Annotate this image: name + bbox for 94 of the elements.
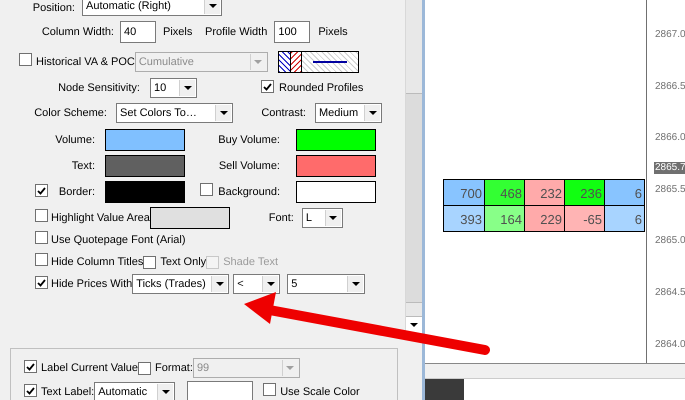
profile-width-field[interactable]: 100 xyxy=(274,21,310,43)
field-label: Hide Prices With xyxy=(51,278,132,290)
checkbox[interactable] xyxy=(35,184,48,198)
field-label: Format: xyxy=(155,362,193,374)
field-label: Use Scale Color xyxy=(280,386,360,398)
color-swatch[interactable] xyxy=(105,155,185,177)
table-cell: 468 xyxy=(484,180,524,205)
caret-icon xyxy=(220,111,228,115)
caret-icon xyxy=(286,366,294,370)
node-sensitivity-select[interactable]: 10 xyxy=(150,78,197,98)
checkbox[interactable] xyxy=(35,276,48,290)
color-scheme-select[interactable]: Set Colors To… xyxy=(116,103,233,123)
table-cell: 164 xyxy=(484,206,524,231)
text-label-select[interactable]: Automatic xyxy=(94,382,176,400)
price-label: 2865.0 xyxy=(655,236,685,246)
field-label: Node Sensitivity: xyxy=(57,80,140,96)
field-label: Pixels xyxy=(318,26,348,38)
column-width-field[interactable]: 40 xyxy=(120,21,156,43)
check-icon xyxy=(263,82,272,91)
field-label: Buy Volume: xyxy=(217,132,280,148)
price-label: 2867.0 xyxy=(655,30,685,40)
field-label: Font: xyxy=(268,210,294,226)
color-swatch[interactable] xyxy=(105,181,185,203)
field-label: Text Only xyxy=(160,256,206,268)
font-select[interactable]: L xyxy=(302,208,343,228)
table-cell: 6 xyxy=(604,206,644,231)
comparison-select[interactable]: < xyxy=(233,274,280,294)
color-swatch[interactable] xyxy=(105,129,185,151)
scrollbar[interactable] xyxy=(405,0,422,333)
checkbox[interactable] xyxy=(35,252,48,266)
field-label: Highlight Value Area xyxy=(51,212,150,224)
price-label: 2864.0 xyxy=(655,340,685,350)
current-price-label: 2865.7 xyxy=(654,162,685,174)
check-icon xyxy=(37,278,46,287)
table-cell: 236 xyxy=(564,180,604,205)
field-label: Border: xyxy=(58,184,95,200)
caret-icon xyxy=(368,111,376,115)
field-label: Pixels xyxy=(163,26,192,38)
hide-prices-select[interactable]: Ticks (Trades) xyxy=(132,274,230,294)
field-label: Background: xyxy=(217,184,280,200)
checkbox[interactable] xyxy=(24,360,37,374)
color-swatch[interactable] xyxy=(296,181,376,203)
field-label: Use Quotepage Font (Arial) xyxy=(51,234,186,246)
field-label: Shade Text xyxy=(223,256,278,268)
field-label: Position: xyxy=(32,0,75,16)
caret-icon xyxy=(254,60,262,64)
table-cell: 232 xyxy=(524,180,564,205)
line-icon xyxy=(312,61,347,63)
text-label-field[interactable] xyxy=(187,381,254,400)
checkbox[interactable] xyxy=(263,382,276,396)
field-label: Text Label: xyxy=(41,386,94,398)
color-swatch[interactable] xyxy=(296,155,376,177)
price-label: 2866.5 xyxy=(655,82,685,92)
check-icon xyxy=(26,386,35,395)
check-icon xyxy=(37,186,46,195)
caret-icon xyxy=(208,4,216,8)
field-label: Volume: xyxy=(54,132,95,148)
caret-icon xyxy=(266,282,275,286)
price-label: 2865.5 xyxy=(655,184,685,195)
field-label: Color Scheme: xyxy=(33,106,107,121)
table-cell: 393 xyxy=(444,206,484,231)
checkbox[interactable] xyxy=(35,208,48,222)
caret-icon xyxy=(352,282,360,286)
field-label: Hide Column Titles xyxy=(51,256,144,268)
field-label: Column Width: xyxy=(40,24,114,40)
table-cell: -65 xyxy=(564,206,604,231)
table-cell: 229 xyxy=(524,206,564,231)
field-label: Label Current Value xyxy=(41,362,138,374)
color-swatch[interactable] xyxy=(296,129,376,151)
check-icon xyxy=(26,362,35,371)
down-arrow-icon xyxy=(410,323,418,327)
table-cell: 700 xyxy=(444,180,484,205)
checkbox[interactable] xyxy=(24,384,37,398)
threshold-select[interactable]: 5 xyxy=(287,274,366,294)
field-label: Profile Width xyxy=(204,24,268,40)
price-label: 2866.0 xyxy=(655,133,685,144)
color-swatch[interactable] xyxy=(150,207,230,229)
position-select[interactable]: Automatic (Right) xyxy=(82,0,222,16)
price-label: 2864.5 xyxy=(655,288,685,298)
checkbox[interactable] xyxy=(200,182,213,196)
field-label: Contrast: xyxy=(260,106,306,121)
checkbox[interactable] xyxy=(261,80,274,94)
caret-icon xyxy=(329,216,338,220)
field-label: Rounded Profiles xyxy=(279,82,364,94)
field-label: Sell Volume: xyxy=(218,158,280,174)
caret-icon xyxy=(162,390,170,394)
caret-icon xyxy=(184,86,192,90)
checkbox[interactable] xyxy=(35,230,48,244)
field-label: Text: xyxy=(70,158,95,174)
contrast-select[interactable]: Medium xyxy=(315,103,382,123)
field-label: Historical VA & POC xyxy=(36,56,135,68)
checkbox[interactable] xyxy=(143,256,156,268)
table-cell: 6 xyxy=(604,180,644,205)
caret-icon xyxy=(216,282,224,286)
